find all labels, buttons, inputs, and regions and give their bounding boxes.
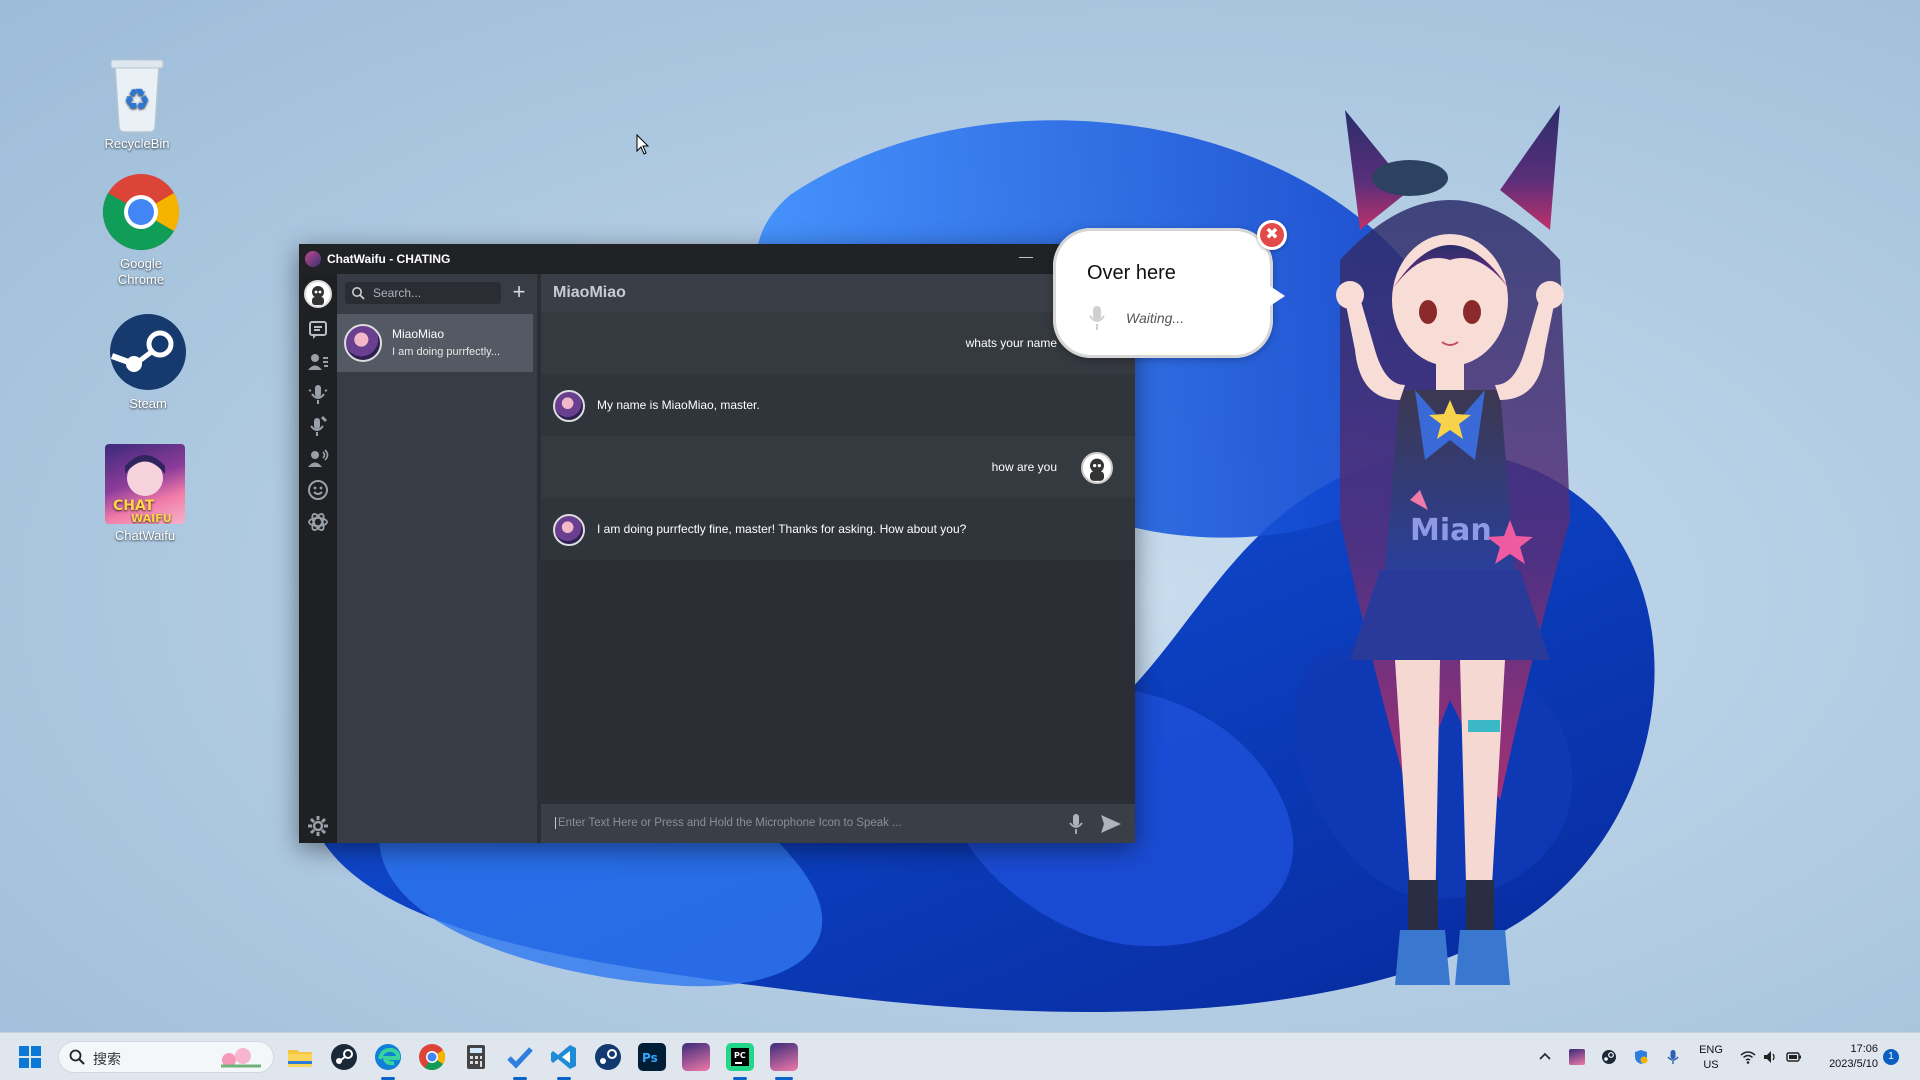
desktop-icon-recyclebin[interactable]: ♻ RecycleBin	[82, 52, 192, 152]
user-message-avatar	[1081, 452, 1113, 484]
mouse-cursor-icon	[636, 134, 650, 155]
window-title: ChatWaifu - CHATING	[327, 252, 451, 266]
bubble-close-button[interactable]: ✖	[1257, 220, 1287, 250]
steam-tray-icon[interactable]	[1601, 1049, 1617, 1065]
chatwaifu-window: ChatWaifu - CHATING — Search... + MiaoMi…	[299, 244, 1135, 843]
contacts-icon[interactable]	[306, 350, 330, 374]
taskbar-search-label: 搜索	[93, 1051, 121, 1067]
volume-icon[interactable]	[1762, 1049, 1778, 1065]
taskbar: 搜索 Ps PC ENG US 17:06 2023/5/10 1	[0, 1032, 1920, 1080]
svg-text:Ps: Ps	[642, 1051, 658, 1065]
chat-icon[interactable]	[306, 318, 330, 342]
svg-text:WAIFU: WAIFU	[131, 512, 172, 524]
message-text: My name is MiaoMiao, master.	[597, 398, 760, 412]
windows-start-icon[interactable]	[18, 1045, 42, 1069]
bot-avatar	[553, 514, 585, 546]
bot-avatar	[553, 390, 585, 422]
steam-taskbar-icon[interactable]	[330, 1043, 358, 1071]
chatwaifu-taskbar-icon[interactable]	[682, 1043, 710, 1071]
waifu-character-illustration: Mian	[1336, 105, 1570, 985]
message-user: whats your name	[541, 312, 1135, 374]
add-contact-button[interactable]: +	[509, 281, 529, 304]
microphone-icon[interactable]	[1065, 812, 1087, 836]
edge-icon[interactable]	[374, 1043, 402, 1071]
app-logo-icon	[305, 251, 321, 267]
desktop-icon-label: ChatWaifu	[114, 528, 176, 543]
desktop-icon-label: Steam	[129, 396, 167, 411]
openai-icon[interactable]	[306, 510, 330, 534]
language-indicator[interactable]: ENG US	[1694, 1043, 1728, 1073]
search-input[interactable]: Search...	[373, 286, 421, 300]
notification-badge[interactable]: 1	[1883, 1049, 1899, 1065]
message-text: how are you	[991, 460, 1057, 474]
desktop-icon-chrome[interactable]: Google Chrome	[86, 172, 196, 288]
desktop-icon-chatwaifu[interactable]: CHAT WAIFU ChatWaifu	[90, 444, 200, 544]
desktop-icon-label: RecycleBin	[104, 136, 170, 151]
chatwaifu-tray-icon[interactable]	[1569, 1049, 1585, 1065]
recycle-bin-icon: ♻	[97, 52, 177, 133]
clock-time: 17:06	[1850, 1043, 1878, 1055]
search-box[interactable]: Search...	[345, 282, 501, 304]
contact-preview: I am doing purrfectly...	[392, 346, 501, 358]
clock-date: 2023/5/10	[1829, 1058, 1878, 1070]
clock[interactable]: 17:06 2023/5/10	[1814, 1042, 1878, 1072]
taskbar-search[interactable]: 搜索	[58, 1041, 274, 1073]
speaker-user-icon[interactable]	[306, 446, 330, 470]
chat-panel: MiaoMiao whats your name My name is Miao…	[541, 274, 1135, 843]
emotion-icon[interactable]	[306, 478, 330, 502]
chatwaifu-running-icon[interactable]	[770, 1043, 798, 1071]
contact-panel: Search... + MiaoMiao I am doing purrfect…	[337, 274, 537, 843]
svg-text:Mian: Mian	[1410, 513, 1492, 548]
message-bot: My name is MiaoMiao, master.	[541, 374, 1135, 436]
settings-gear-icon[interactable]	[306, 814, 330, 838]
minimize-button[interactable]: —	[1019, 248, 1033, 264]
search-highlight-icon	[221, 1048, 261, 1068]
battery-icon[interactable]	[1786, 1049, 1802, 1065]
chevron-up-icon[interactable]	[1537, 1049, 1553, 1065]
chrome-taskbar-icon[interactable]	[418, 1043, 446, 1071]
chat-header: MiaoMiao	[541, 274, 1135, 312]
message-bot: I am doing purrfectly fine, master! Than…	[541, 498, 1135, 560]
search-icon	[352, 287, 365, 300]
nav-rail	[299, 274, 337, 843]
contact-avatar	[344, 324, 382, 362]
bubble-status: Waiting...	[1126, 310, 1185, 326]
message-input-bar: Enter Text Here or Press and Hold the Mi…	[541, 803, 1135, 843]
svg-text:PC: PC	[734, 1051, 746, 1060]
svg-text:♻: ♻	[124, 83, 151, 118]
search-icon	[69, 1049, 85, 1065]
contact-item-miaomiao[interactable]: MiaoMiao I am doing purrfectly...	[337, 314, 533, 372]
speech-bubble: Over here Waiting... ✖	[1053, 220, 1287, 358]
message-user: how are you	[541, 436, 1135, 498]
chrome-icon	[101, 172, 181, 252]
vscode-icon[interactable]	[550, 1043, 578, 1071]
steam-icon	[108, 312, 188, 392]
file-explorer-icon[interactable]	[286, 1043, 314, 1071]
window-titlebar[interactable]: ChatWaifu - CHATING —	[299, 244, 1135, 274]
steam-alt-icon[interactable]	[594, 1043, 622, 1071]
wifi-icon[interactable]	[1740, 1049, 1756, 1065]
desktop-icon-steam[interactable]: Steam	[93, 312, 203, 412]
user-avatar[interactable]	[304, 280, 332, 308]
send-icon[interactable]	[1099, 813, 1123, 835]
region-code: US	[1703, 1059, 1719, 1071]
bubble-microphone-icon	[1087, 304, 1107, 332]
pycharm-icon[interactable]: PC	[726, 1043, 754, 1071]
photoshop-icon[interactable]: Ps	[638, 1043, 666, 1071]
voice-icon[interactable]	[306, 382, 330, 406]
microphone-tray-icon[interactable]	[1665, 1049, 1681, 1065]
message-text: whats your name	[965, 336, 1057, 350]
voice-settings-icon[interactable]	[306, 414, 330, 438]
security-tray-icon[interactable]	[1633, 1049, 1649, 1065]
calculator-icon[interactable]	[462, 1043, 490, 1071]
chatwaifu-app-icon: CHAT WAIFU	[105, 444, 185, 525]
bubble-tail	[1261, 280, 1285, 312]
todo-icon[interactable]	[506, 1043, 534, 1071]
message-text: I am doing purrfectly fine, master! Than…	[597, 522, 967, 536]
language-code: ENG	[1699, 1044, 1723, 1056]
contact-name: MiaoMiao	[392, 327, 445, 341]
desktop-icon-label: Google Chrome	[117, 256, 165, 287]
bubble-heading: Over here	[1087, 262, 1176, 284]
message-input[interactable]: Enter Text Here or Press and Hold the Mi…	[555, 817, 902, 829]
